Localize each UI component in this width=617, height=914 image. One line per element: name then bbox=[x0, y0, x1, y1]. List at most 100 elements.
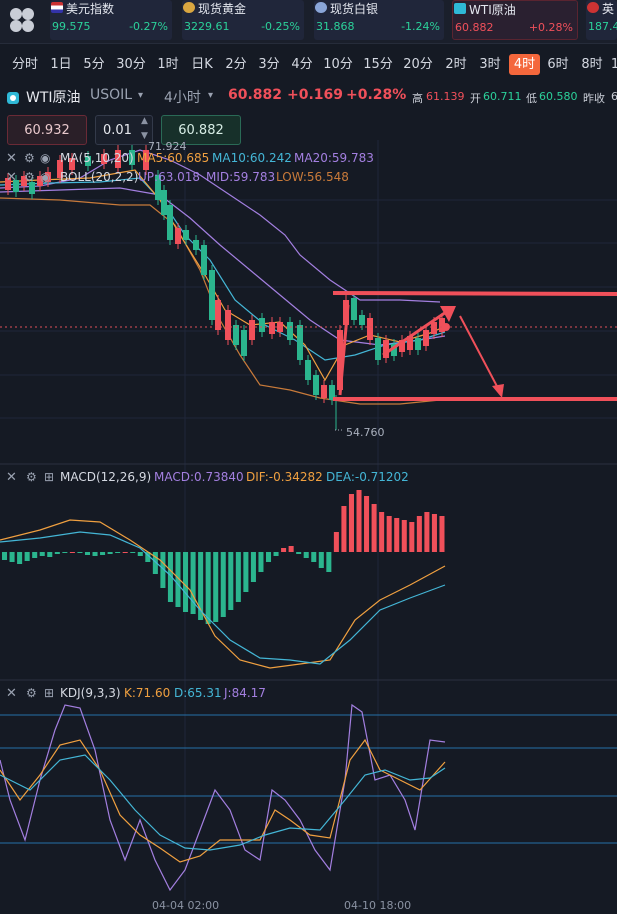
candle-body bbox=[259, 318, 265, 332]
macd-bar bbox=[92, 552, 98, 556]
macd-bar bbox=[32, 552, 38, 558]
trading-app: { "tickers":[ {"name":"美元指数","price":"99… bbox=[0, 0, 617, 914]
ma-legend[interactable]: ✕ ⚙ ◉ MA(5,10,20) MA5:60.685 MA10:60.242… bbox=[6, 151, 374, 166]
macd-bar bbox=[220, 552, 226, 617]
macd-bar bbox=[333, 532, 339, 552]
boll-mid-value: MID:59.783 bbox=[206, 170, 275, 184]
macd-bar bbox=[122, 552, 128, 553]
macd-bar bbox=[258, 552, 264, 572]
macd-bar bbox=[62, 552, 68, 553]
candle-body bbox=[215, 300, 221, 330]
macd-bar bbox=[416, 516, 422, 552]
settings-icon[interactable]: ⚙ bbox=[24, 170, 35, 184]
macd-bar bbox=[213, 552, 219, 622]
close-icon[interactable]: ✕ bbox=[6, 470, 17, 485]
candle-body bbox=[269, 322, 275, 334]
macd-bar bbox=[77, 552, 83, 553]
candle-body bbox=[321, 385, 327, 398]
macd-bar bbox=[401, 520, 407, 552]
add-icon[interactable]: ⊞ bbox=[44, 686, 54, 700]
kdj-title: KDJ(9,3,3) bbox=[60, 686, 121, 700]
macd-bar bbox=[137, 552, 143, 556]
ma10-value: MA10:60.242 bbox=[212, 151, 292, 165]
kdj-j-value: J:84.17 bbox=[223, 686, 266, 700]
dif-value: DIF:-0.34282 bbox=[246, 470, 323, 484]
candle-body bbox=[431, 322, 437, 334]
time-axis-label: 04-10 18:00 bbox=[344, 899, 411, 912]
candle-body bbox=[305, 360, 311, 380]
macd-bar bbox=[2, 552, 8, 560]
candle-body bbox=[415, 338, 421, 350]
current-price-dot bbox=[442, 323, 450, 331]
candle-body bbox=[233, 325, 239, 345]
candle-body bbox=[297, 325, 303, 360]
ma20-value: MA20:59.783 bbox=[294, 151, 374, 165]
candle-body bbox=[287, 322, 293, 340]
macd-bar bbox=[183, 552, 189, 612]
macd-bar bbox=[424, 512, 430, 552]
macd-legend[interactable]: ✕ ⚙ ⊞ MACD(12,26,9) MACD:0.73840 DIF:-0.… bbox=[6, 470, 409, 485]
settings-icon[interactable]: ⚙ bbox=[26, 686, 37, 700]
candle-body bbox=[423, 330, 429, 346]
macd-bar bbox=[205, 552, 211, 624]
settings-icon[interactable]: ⚙ bbox=[26, 470, 37, 484]
kdj-legend[interactable]: ✕ ⚙ ⊞ KDJ(9,3,3) K:71.60 D:65.31 J:84.17 bbox=[6, 686, 266, 701]
macd-bar bbox=[356, 490, 362, 552]
macd-bar bbox=[288, 546, 294, 552]
macd-bar bbox=[311, 552, 317, 562]
close-icon[interactable]: ✕ bbox=[6, 170, 17, 185]
macd-title: MACD(12,26,9) bbox=[60, 470, 151, 484]
candle-body bbox=[359, 315, 365, 325]
candle-body bbox=[175, 228, 181, 244]
macd-bar bbox=[341, 506, 347, 552]
macd-bar bbox=[107, 552, 113, 554]
boll-up-value: UP:63.018 bbox=[138, 170, 200, 184]
resistance-line[interactable] bbox=[332, 291, 617, 296]
macd-bar bbox=[379, 512, 385, 552]
macd-bar bbox=[250, 552, 256, 582]
macd-bar bbox=[100, 552, 106, 555]
macd-bar bbox=[84, 552, 91, 555]
chart-canvas[interactable]: 71.924 54.760 ✕ ⚙ ◉ MA(5,10,20) MA5:60.6… bbox=[0, 0, 617, 914]
candle-body bbox=[209, 270, 215, 320]
macd-bar bbox=[431, 514, 437, 552]
candle-body bbox=[183, 230, 189, 240]
macd-bar bbox=[439, 516, 445, 552]
macd-bar bbox=[318, 552, 324, 568]
candle-body bbox=[225, 310, 231, 340]
boll-low-value: LOW:56.548 bbox=[276, 170, 349, 184]
macd-bar bbox=[326, 552, 332, 572]
candle-body bbox=[313, 375, 319, 395]
close-icon[interactable]: ✕ bbox=[6, 686, 17, 701]
macd-bar bbox=[409, 522, 415, 552]
candle-body bbox=[249, 320, 255, 340]
boll-title: BOLL(20,2,2) bbox=[60, 170, 138, 184]
low-mark-label: 54.760 bbox=[346, 426, 385, 439]
ma5-value: MA5:60.685 bbox=[137, 151, 209, 165]
time-axis-label: 04-04 02:00 bbox=[152, 899, 219, 912]
settings-icon[interactable]: ⚙ bbox=[24, 151, 35, 165]
macd-bar bbox=[348, 494, 354, 552]
macd-bar bbox=[115, 552, 121, 553]
macd-bar bbox=[371, 504, 377, 552]
arrow-head-icon bbox=[492, 384, 504, 398]
kdj-d-value: D:65.31 bbox=[174, 686, 222, 700]
macd-bar bbox=[394, 518, 400, 552]
close-icon[interactable]: ✕ bbox=[6, 151, 17, 166]
macd-bar bbox=[9, 552, 15, 562]
macd-bar bbox=[24, 552, 30, 561]
candle-body bbox=[201, 245, 207, 275]
macd-bar bbox=[386, 516, 392, 552]
macd-bar bbox=[265, 552, 272, 562]
candle-body bbox=[375, 338, 381, 360]
eye-icon[interactable]: ◉ bbox=[40, 151, 50, 165]
macd-bar bbox=[273, 552, 279, 556]
macd-bar bbox=[296, 552, 302, 554]
macd-bar bbox=[364, 496, 370, 552]
macd-bar bbox=[235, 552, 241, 602]
ma-title: MA(5,10,20) bbox=[60, 151, 134, 165]
kdj-k-value: K:71.60 bbox=[124, 686, 170, 700]
candle-body bbox=[161, 190, 167, 215]
eye-icon[interactable]: ◉ bbox=[40, 170, 50, 184]
add-icon[interactable]: ⊞ bbox=[44, 470, 54, 484]
